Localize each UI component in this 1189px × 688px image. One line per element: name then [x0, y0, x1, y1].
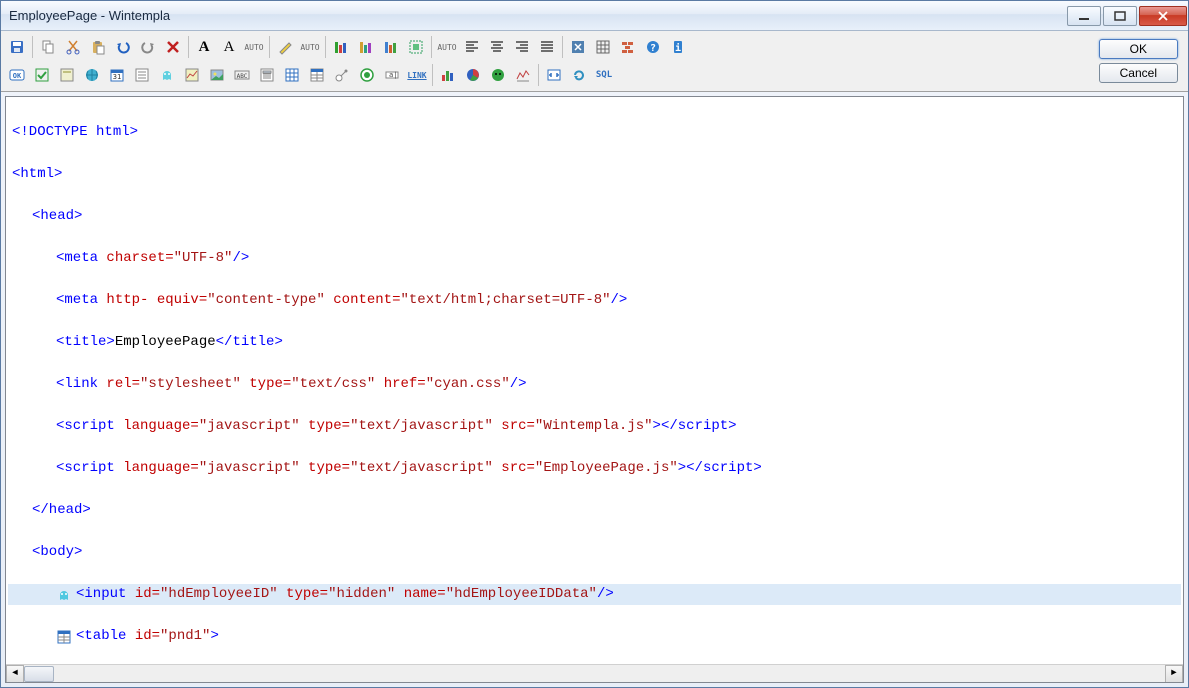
auto2-icon[interactable]: AUTO: [298, 35, 322, 59]
cut-icon[interactable]: [61, 35, 85, 59]
markers2-icon[interactable]: [354, 35, 378, 59]
panel-icon[interactable]: [55, 63, 79, 87]
minimize-button[interactable]: [1067, 6, 1101, 26]
link-icon[interactable]: LINK: [405, 63, 429, 87]
markers1-icon[interactable]: [329, 35, 353, 59]
textbox-icon[interactable]: a|: [380, 63, 404, 87]
list2-icon[interactable]: [255, 63, 279, 87]
brick-icon[interactable]: [616, 35, 640, 59]
close-button[interactable]: [1139, 6, 1187, 26]
scroll-left-icon[interactable]: ◂: [6, 665, 24, 683]
ghost-gutter-icon: [56, 587, 74, 603]
code-text: <html>: [12, 164, 62, 185]
ghost-icon[interactable]: [155, 63, 179, 87]
ok-button[interactable]: OK: [1099, 39, 1178, 59]
window-controls: [1066, 6, 1188, 26]
save-icon[interactable]: [5, 35, 29, 59]
copy-icon[interactable]: [36, 35, 60, 59]
code-area[interactable]: <!DOCTYPE html> <html> <head> <meta char…: [6, 97, 1183, 664]
font-normal-icon[interactable]: A: [217, 35, 241, 59]
face-icon[interactable]: [486, 63, 510, 87]
check-icon[interactable]: [30, 63, 54, 87]
radio-icon[interactable]: [355, 63, 379, 87]
align1-icon[interactable]: [460, 35, 484, 59]
help-icon[interactable]: ?: [641, 35, 665, 59]
table-gutter-icon: [56, 629, 74, 645]
align2-icon[interactable]: [485, 35, 509, 59]
grid-icon[interactable]: [591, 35, 615, 59]
align4-icon[interactable]: [535, 35, 559, 59]
line-chart-icon[interactable]: [511, 63, 535, 87]
dialog-buttons: OK Cancel: [1099, 37, 1184, 85]
maximize-button[interactable]: [1103, 6, 1137, 26]
auto3-icon[interactable]: AUTO: [435, 35, 459, 59]
window-title: EmployeePage - Wintempla: [1, 8, 178, 23]
scroll-thumb[interactable]: [24, 666, 54, 682]
refresh2-icon[interactable]: [567, 63, 591, 87]
chart-icon[interactable]: [180, 63, 204, 87]
auto-format-icon[interactable]: AUTO: [242, 35, 266, 59]
font-bold-icon[interactable]: A: [192, 35, 216, 59]
svg-text:a|: a|: [389, 71, 397, 79]
svg-text:?: ?: [650, 43, 656, 54]
scroll-track[interactable]: [24, 665, 1165, 683]
horizontal-scrollbar[interactable]: ◂ ▸: [6, 664, 1183, 682]
table-icon[interactable]: [280, 63, 304, 87]
toolbar-row-1: A A AUTO AUTO AUTO: [5, 33, 1099, 61]
image-icon[interactable]: [205, 63, 229, 87]
nav-icon[interactable]: [542, 63, 566, 87]
svg-text:OK: OK: [13, 72, 22, 80]
align3-icon[interactable]: [510, 35, 534, 59]
barchart-icon[interactable]: [436, 63, 460, 87]
delete-icon[interactable]: [161, 35, 185, 59]
code-text: <meta: [56, 248, 98, 269]
redo-icon[interactable]: [136, 35, 160, 59]
tool-x-icon[interactable]: [566, 35, 590, 59]
connector-icon[interactable]: [330, 63, 354, 87]
paste-icon[interactable]: [86, 35, 110, 59]
markers3-icon[interactable]: [379, 35, 403, 59]
code-editor[interactable]: <!DOCTYPE html> <html> <head> <meta char…: [5, 96, 1184, 683]
code-text: <head>: [32, 206, 82, 227]
scroll-right-icon[interactable]: ▸: [1165, 665, 1183, 683]
toolbar: A A AUTO AUTO AUTO: [1, 31, 1188, 92]
cancel-button[interactable]: Cancel: [1099, 63, 1178, 83]
info-icon[interactable]: i: [666, 35, 690, 59]
ok-box-icon[interactable]: OK: [5, 63, 29, 87]
app-window: EmployeePage - Wintempla A: [0, 0, 1189, 688]
svg-text:i: i: [675, 42, 681, 54]
toolbar-row-2: OK 31 ABC a| LINK: [5, 61, 1099, 89]
table2-icon[interactable]: [305, 63, 329, 87]
svg-text:ABC: ABC: [237, 73, 248, 80]
undo-icon[interactable]: [111, 35, 135, 59]
titlebar[interactable]: EmployeePage - Wintempla: [1, 1, 1188, 31]
highlight-icon[interactable]: [273, 35, 297, 59]
code-text: <!DOCTYPE html>: [12, 122, 138, 143]
listbox-icon[interactable]: [130, 63, 154, 87]
svg-text:31: 31: [113, 73, 121, 81]
abc-icon[interactable]: ABC: [230, 63, 254, 87]
globe-icon[interactable]: [80, 63, 104, 87]
calendar-icon[interactable]: 31: [105, 63, 129, 87]
sql-icon[interactable]: SQL: [592, 63, 616, 87]
select-all-icon[interactable]: [404, 35, 428, 59]
piechart-icon[interactable]: [461, 63, 485, 87]
